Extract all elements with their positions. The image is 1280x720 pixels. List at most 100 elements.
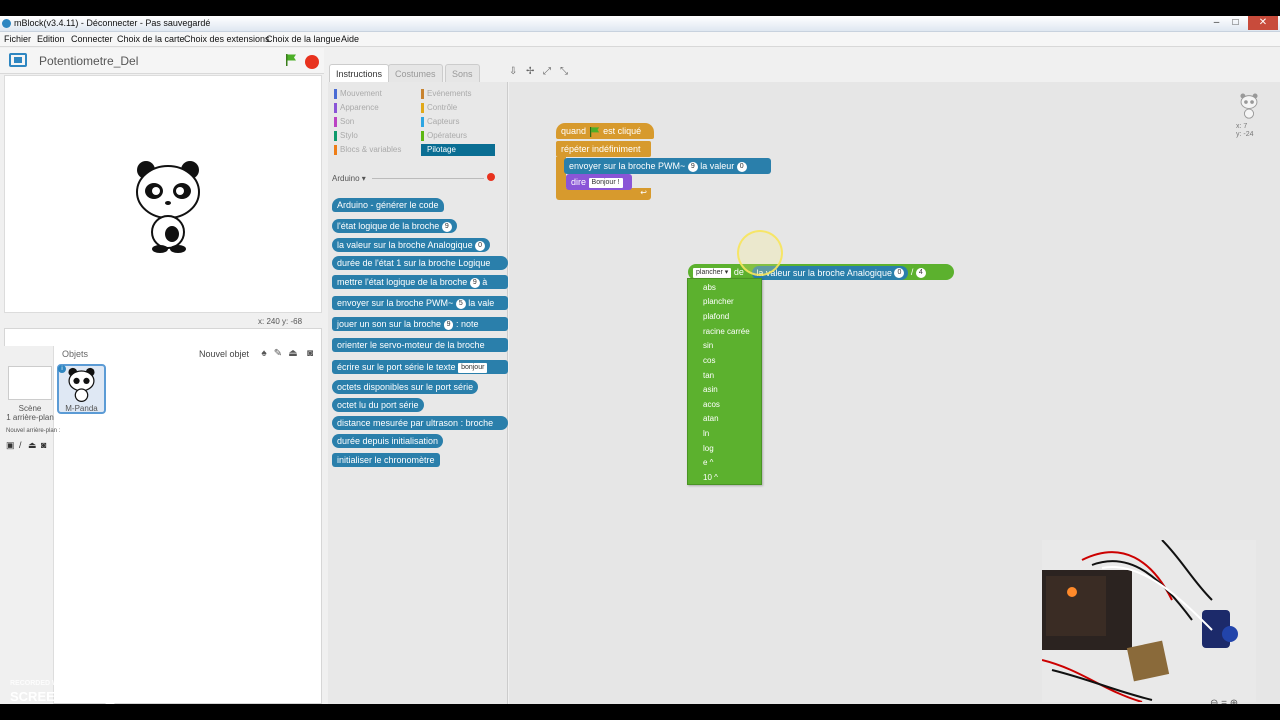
palette-block-generate-code[interactable]: Arduino - générer le code (332, 198, 444, 212)
menu-option-floor[interactable]: plancher (703, 297, 734, 306)
connection-status-dot (487, 173, 495, 181)
category-sensing[interactable]: Capteurs (421, 116, 459, 128)
menu-option-exp[interactable]: e ^ (703, 458, 713, 467)
pwm-value-input[interactable]: 0 (736, 161, 747, 172)
minimize-button[interactable]: – (1208, 16, 1225, 30)
palette-block-digital-write[interactable]: mettre l'état logique de la broche 9 à (332, 275, 508, 289)
stop-icon[interactable] (305, 55, 319, 69)
tab-costumes[interactable]: Costumes (388, 64, 443, 82)
divisor-input[interactable]: 4 (915, 267, 926, 278)
panda-sprite[interactable] (132, 158, 204, 254)
sprite-library-icon[interactable]: ♠ (258, 348, 270, 359)
sprite-y: y: -24 (1236, 131, 1254, 138)
close-button[interactable]: ✕ (1248, 16, 1278, 30)
stage-size-icon[interactable] (9, 53, 27, 67)
palette-block-play-tone[interactable]: jouer un son sur la broche 9 : note (332, 317, 508, 331)
green-flag-icon[interactable] (284, 53, 298, 67)
duplicate-tool-icon[interactable]: ⇩ (509, 66, 517, 77)
menu-option-ln[interactable]: ln (703, 429, 709, 438)
menu-option-atan[interactable]: atan (703, 414, 719, 423)
webcam-overlay (1042, 540, 1256, 702)
green-flag-icon (589, 126, 601, 137)
category-looks[interactable]: Apparence (334, 102, 379, 114)
camera-backdrop-icon[interactable]: ◙ (41, 440, 46, 450)
palette-block-pulse-in[interactable]: durée de l'état 1 sur la broche Logique (332, 256, 508, 270)
info-icon[interactable]: i (58, 365, 66, 373)
backdrop-library-icon[interactable]: ▣ (6, 440, 15, 451)
pwm-write-block[interactable]: envoyer sur la broche PWM~ 9 la valeur 0 (564, 158, 771, 174)
category-control[interactable]: Contrôle (421, 102, 457, 114)
analog-pin-input[interactable]: 0 (894, 268, 905, 279)
tab-instructions[interactable]: Instructions (329, 64, 390, 82)
camera-sprite-icon[interactable]: ◙ (304, 348, 316, 359)
menu-option-ceiling[interactable]: plafond (703, 312, 729, 321)
app-window: mBlock(v3.4.11) - Déconnecter - Pas sauv… (0, 16, 1280, 704)
palette-block-serial-read[interactable]: octet lu du port série (332, 398, 424, 412)
category-sound[interactable]: Son (334, 116, 354, 128)
menu-extensions[interactable]: Choix des extensions (184, 34, 270, 44)
menu-option-acos[interactable]: acos (703, 400, 720, 409)
palette-block-serial-write[interactable]: écrire sur le port série le texte bonjou… (332, 360, 508, 374)
category-operators[interactable]: Opérateurs (421, 130, 467, 142)
header-divider (372, 178, 484, 179)
menu-option-tan[interactable]: tan (703, 371, 714, 380)
menu-option-cos[interactable]: cos (703, 356, 715, 365)
scene-thumbnail[interactable] (8, 366, 52, 400)
screen: mBlock(v3.4.11) - Déconnecter - Pas sauv… (0, 0, 1280, 720)
say-block[interactable]: dire Bonjour ! (566, 174, 632, 190)
new-object-label: Nouvel objet (199, 349, 250, 359)
sprite-x: x: 7 (1236, 123, 1248, 130)
math-function-menu: abs plancher plafond racine carrée sin c… (687, 278, 762, 485)
palette-block-servo[interactable]: orienter le servo-moteur de la broche (332, 338, 508, 352)
math-function-dropdown[interactable]: plancher ▾ (693, 267, 732, 278)
say-text-input[interactable]: Bonjour ! (588, 177, 623, 188)
when-flag-clicked-block[interactable]: quand est cliqué (556, 123, 654, 139)
menu-board[interactable]: Choix de la carte (117, 34, 185, 44)
menu-connect[interactable]: Connecter (71, 34, 113, 44)
palette-block-analog-read[interactable]: la valeur sur la broche Analogique 0 (332, 238, 491, 252)
zoom-out-icon[interactable]: ⊖ (1210, 698, 1218, 704)
menu-option-asin[interactable]: asin (703, 385, 718, 394)
shrink-tool-icon[interactable]: ⤡ (560, 66, 568, 77)
grow-tool-icon[interactable]: ⤢ (543, 66, 551, 77)
paint-sprite-icon[interactable]: ✎ (272, 348, 284, 359)
palette-block-serial-available[interactable]: octets disponibles sur le port série (332, 380, 479, 394)
cursor-highlight (737, 230, 783, 276)
delete-tool-icon[interactable]: ✢ (526, 66, 534, 77)
objects-header: Objets (62, 349, 89, 359)
menu-edit[interactable]: Edition (37, 34, 65, 44)
menu-option-sin[interactable]: sin (703, 341, 713, 350)
arduino-extension-header[interactable]: Arduino ▾ (332, 174, 366, 183)
upload-sprite-icon[interactable]: ⏏ (287, 348, 299, 359)
menu-option-abs[interactable]: abs (703, 283, 716, 292)
palette-block-reset-timer[interactable]: initialiser le chronomètre (332, 453, 440, 467)
zoom-reset-icon[interactable]: = (1221, 698, 1227, 704)
menu-file[interactable]: Fichier (4, 34, 31, 44)
palette-block-ultrasonic[interactable]: distance mesurée par ultrason : broche (332, 416, 508, 430)
upload-backdrop-icon[interactable]: ⏏ (28, 440, 37, 451)
zoom-in-icon[interactable]: ⊕ (1230, 698, 1238, 704)
tab-sounds[interactable]: Sons (445, 64, 480, 82)
menu-option-sqrt[interactable]: racine carrée (703, 327, 750, 336)
category-motion[interactable]: Mouvement (334, 88, 382, 100)
category-events[interactable]: Evénements (421, 88, 471, 100)
palette-block-digital-read[interactable]: l'état logique de la broche 9 (332, 219, 457, 233)
category-data[interactable]: Blocs & variables (334, 144, 401, 156)
paint-backdrop-icon[interactable]: / (19, 440, 22, 450)
pwm-pin-input[interactable]: 9 (687, 161, 698, 172)
new-background-label: Nouvel arrière-plan : (6, 428, 61, 434)
menu-language[interactable]: Choix de la langue (266, 34, 341, 44)
screencast-watermark: RECORDED WITH SCREENCAST MATIC (10, 680, 162, 704)
palette-block-timer[interactable]: durée depuis initialisation (332, 434, 444, 448)
forever-block[interactable]: répéter indéfiniment (556, 141, 651, 157)
category-pen[interactable]: Stylo (334, 130, 358, 142)
menu-help[interactable]: Aide (341, 34, 359, 44)
maximize-button[interactable]: □ (1227, 16, 1244, 30)
sprite-name: M-Panda (65, 404, 98, 413)
mblock-app-icon (2, 19, 11, 28)
menu-option-log[interactable]: log (703, 444, 714, 453)
scene-name: Scène (18, 404, 42, 413)
category-robots[interactable]: Pilotage (421, 144, 495, 156)
menu-option-pow10[interactable]: 10 ^ (703, 473, 718, 482)
palette-block-pwm-write[interactable]: envoyer sur la broche PWM~ 5 la vale (332, 296, 508, 310)
